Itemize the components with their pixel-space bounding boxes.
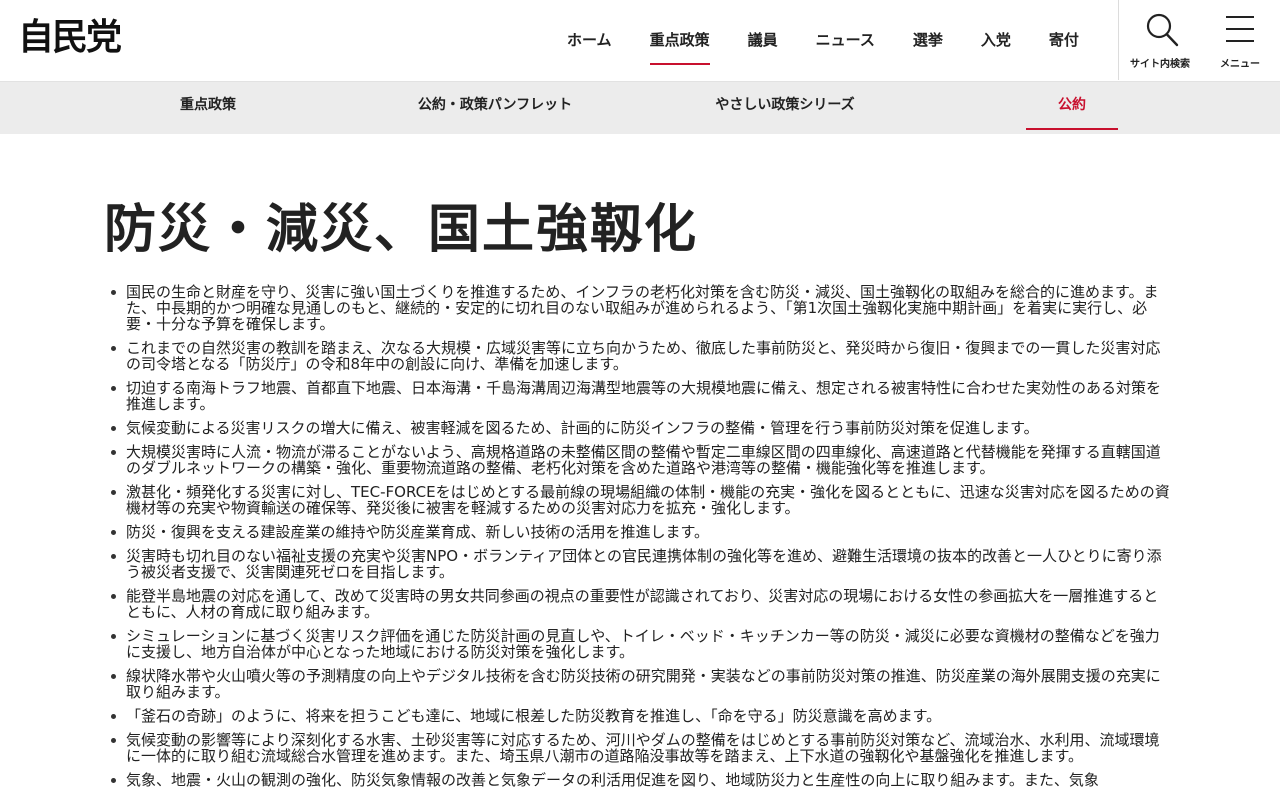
page-title: 防災・減災、国土強靱化 — [104, 200, 699, 260]
list-item: 線状降水帯や火山噴火等の予測精度の向上やデジタル技術を含む防災技術の研究開発・実… — [108, 668, 1172, 700]
site-logo[interactable]: 自民党 — [18, 17, 122, 59]
site-search-button[interactable]: サイト内検索 — [1120, 10, 1200, 74]
list-item: 気象、地震・火山の観測の強化、防災気象情報の改善と気象データの利活用促進を図り、… — [108, 772, 1172, 788]
menu-button[interactable]: メニュー — [1200, 10, 1280, 74]
site-header: 自民党 ホーム 重点政策 議員 ニュース 選挙 入党 寄付 サイト内検索 メニュ… — [0, 0, 1280, 82]
nav-item-elections[interactable]: 選挙 — [894, 0, 962, 82]
nav-item-donate[interactable]: 寄付 — [1030, 0, 1098, 82]
list-item: 能登半島地震の対応を通して、改めて災害時の男女共同参画の視点の重要性が認識されて… — [108, 588, 1172, 620]
menu-button-label: メニュー — [1220, 59, 1260, 70]
search-button-label: サイト内検索 — [1130, 59, 1190, 70]
list-item: 災害時も切れ目のない福祉支援の充実や災害NPO・ボランティア団体との官民連携体制… — [108, 548, 1172, 580]
list-item: 国民の生命と財産を守り、災害に強い国土づくりを推進するため、インフラの老朽化対策… — [108, 284, 1172, 332]
nav-item-news[interactable]: ニュース — [797, 0, 894, 82]
nav-item-home[interactable]: ホーム — [548, 0, 631, 82]
list-item: 防災・復興を支える建設産業の維持や防災産業育成、新しい技術の活用を推進します。 — [108, 524, 1172, 540]
list-item: 大規模災害時に人流・物流が滞ることがないよう、高規格道路の未整備区間の整備や暫定… — [108, 444, 1172, 476]
subnav-item-easy-policy-series[interactable]: やさしい政策シリーズ — [690, 82, 880, 130]
subnav-item-pamphlets[interactable]: 公約・政策パンフレット — [395, 82, 595, 130]
header-divider — [1118, 0, 1119, 80]
list-item: これまでの自然災害の教訓を踏まえ、次なる大規模・広域災害等に立ち向かうため、徹底… — [108, 340, 1172, 372]
nav-item-join[interactable]: 入党 — [962, 0, 1030, 82]
list-item: 気候変動による災害リスクの増大に備え、被害軽減を図るため、計画的に防災インフラの… — [108, 420, 1172, 436]
list-item: 激甚化・頻発化する災害に対し、TEC-FORCEをはじめとする最前線の現場組織の… — [108, 484, 1172, 516]
nav-item-members[interactable]: 議員 — [729, 0, 797, 82]
main-nav: ホーム 重点政策 議員 ニュース 選挙 入党 寄付 — [548, 0, 1098, 82]
sub-nav: 重点政策 公約・政策パンフレット やさしい政策シリーズ 公約 — [0, 82, 1280, 134]
list-item: 「釜石の奇跡」のように、将来を担うこども達に、地域に根差した防災教育を推進し、「… — [108, 708, 1172, 724]
subnav-item-priority-policies[interactable]: 重点政策 — [148, 82, 268, 130]
subnav-item-pledges[interactable]: 公約 — [1026, 82, 1118, 130]
list-item: 気候変動の影響等により深刻化する水害、土砂災害等に対応するため、河川やダムの整備… — [108, 732, 1172, 764]
hamburger-menu-icon — [1224, 16, 1256, 42]
policy-list: 国民の生命と財産を守り、災害に強い国土づくりを推進するため、インフラの老朽化対策… — [108, 284, 1172, 796]
nav-item-priority-policies[interactable]: 重点政策 — [631, 0, 729, 82]
list-item: 切迫する南海トラフ地震、首都直下地震、日本海溝・千島海溝周辺海溝型地震等の大規模… — [108, 380, 1172, 412]
subnav-active-indicator — [1026, 128, 1118, 130]
search-icon — [1146, 13, 1179, 47]
list-item: シミュレーションに基づく災害リスク評価を通じた防災計画の見直しや、トイレ・ベッド… — [108, 628, 1172, 660]
